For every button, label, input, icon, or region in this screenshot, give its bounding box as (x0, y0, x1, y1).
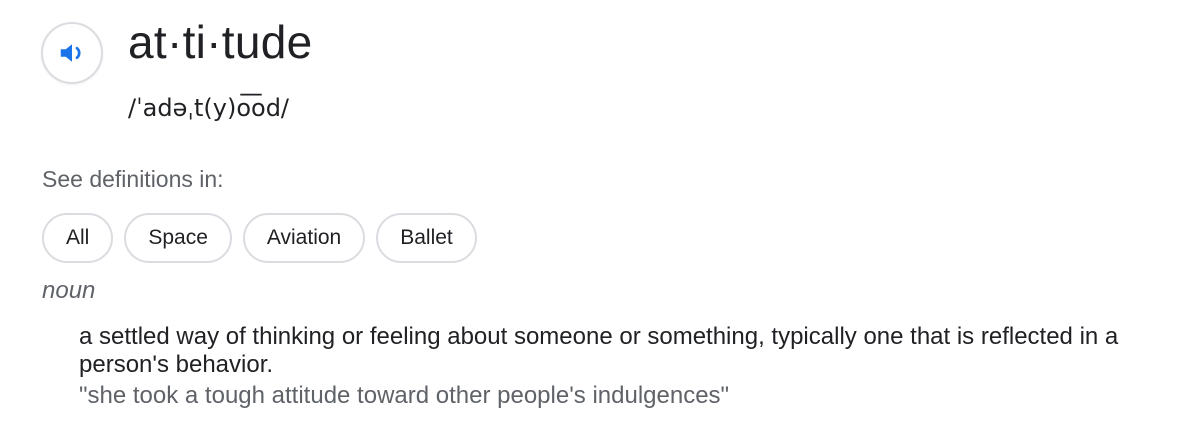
chip-ballet[interactable]: Ballet (376, 213, 477, 263)
part-of-speech: noun (42, 277, 96, 304)
example-sentence: "she took a tough attitude toward other … (79, 382, 730, 409)
chip-space[interactable]: Space (124, 213, 232, 263)
phonetic-spelling: /ˈadəˌt(y)o͞od/ (128, 94, 290, 122)
pronunciation-audio-button[interactable] (41, 22, 103, 84)
definition-source-chips: All Space Aviation Ballet (42, 213, 477, 263)
chip-aviation[interactable]: Aviation (242, 213, 366, 263)
see-definitions-label: See definitions in: (42, 166, 224, 192)
speaker-icon (60, 44, 81, 62)
definition-text: a settled way of thinking or feeling abo… (79, 323, 1119, 378)
headword: at·ti·tude (128, 16, 313, 68)
chip-all[interactable]: All (42, 213, 114, 263)
